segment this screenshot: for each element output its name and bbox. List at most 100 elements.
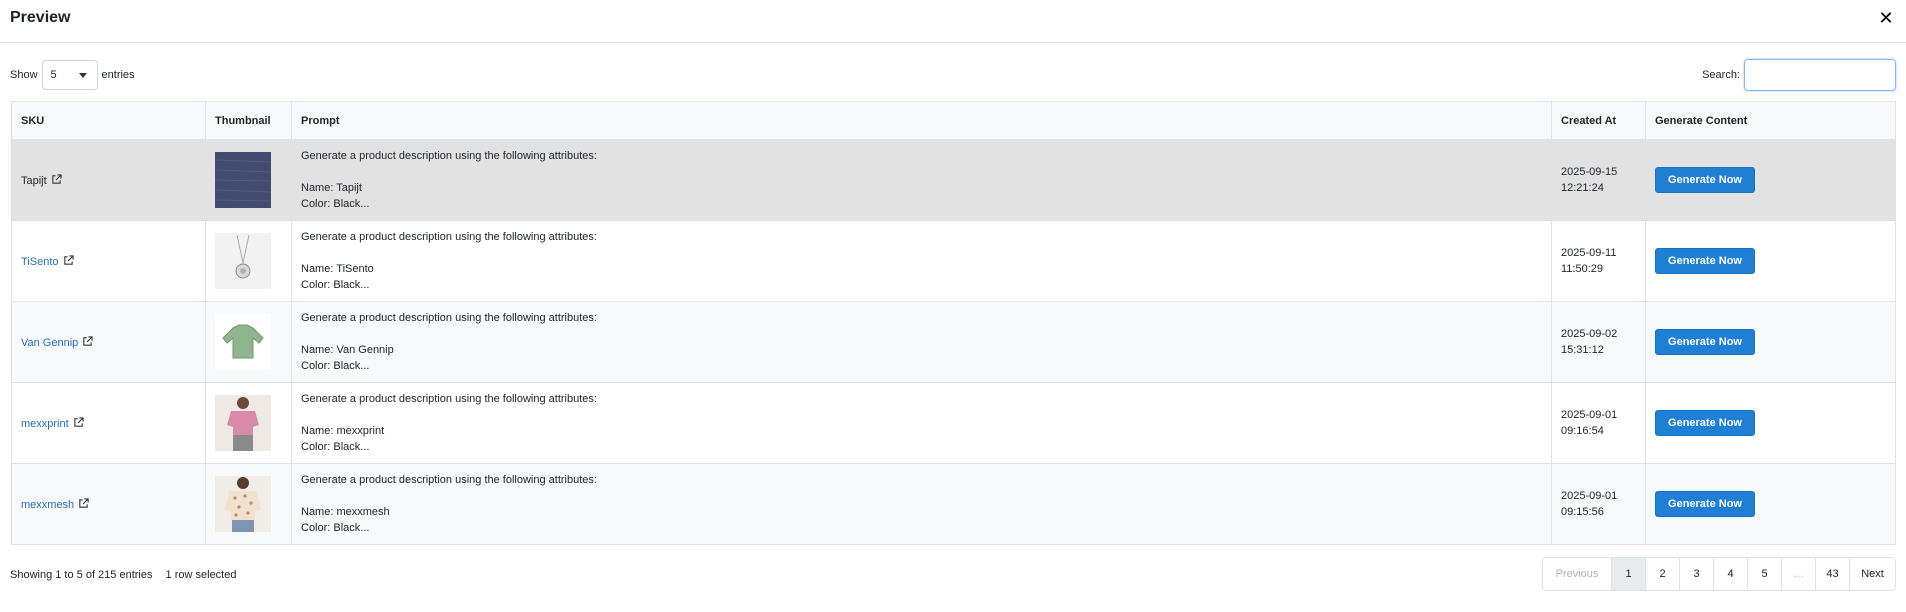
close-icon[interactable]: ✕ <box>1878 8 1894 28</box>
generate-now-button[interactable]: Generate Now <box>1655 410 1755 436</box>
sku-link[interactable]: TiSento <box>21 256 59 268</box>
generate-cell: Generate Now <box>1645 301 1896 383</box>
external-link-icon[interactable] <box>73 416 84 428</box>
pagination-page-5[interactable]: 5 <box>1747 558 1781 590</box>
sku-cell: mexxmesh <box>11 463 206 545</box>
table-row[interactable]: mexxprint Generate a product description… <box>11 382 1896 464</box>
pagination-page-last[interactable]: 43 <box>1815 558 1849 590</box>
prompt-intro: Generate a product description using the… <box>301 231 597 243</box>
prompt-color: Color: Black... <box>301 522 370 534</box>
thumbnail-cell <box>205 382 292 464</box>
rug-swatch-thumbnail <box>215 152 271 208</box>
generate-now-button[interactable]: Generate Now <box>1655 329 1755 355</box>
created-time: 11:50:29 <box>1561 263 1604 275</box>
thumbnail-cell <box>205 301 292 383</box>
pagination-page-2[interactable]: 2 <box>1645 558 1679 590</box>
created-time: 12:21:24 <box>1561 182 1604 194</box>
prompt-cell: Generate a product description using the… <box>291 139 1552 221</box>
created-time: 09:16:54 <box>1561 425 1604 437</box>
prompt-name: Name: Van Gennip <box>301 344 394 356</box>
generate-now-button[interactable]: Generate Now <box>1655 491 1755 517</box>
prompt-cell: Generate a product description using the… <box>291 220 1552 302</box>
search-label: Search: <box>1702 69 1740 81</box>
prompt-color: Color: Black... <box>301 360 370 372</box>
generate-cell: Generate Now <box>1645 382 1896 464</box>
entries-per-page-value: 5 <box>50 69 57 81</box>
sku-link[interactable]: Van Gennip <box>21 337 78 349</box>
generate-now-button[interactable]: Generate Now <box>1655 167 1755 193</box>
table-row[interactable]: Tapijt Generate a product description us… <box>11 139 1896 221</box>
created-time: 09:15:56 <box>1561 506 1604 518</box>
entries-label: entries <box>101 69 135 81</box>
search-input[interactable] <box>1744 59 1896 91</box>
column-header-prompt[interactable]: Prompt <box>291 101 1552 140</box>
generate-now-button[interactable]: Generate Now <box>1655 248 1755 274</box>
search-control: Search: <box>1702 59 1896 91</box>
sku-cell: Tapijt <box>11 139 206 221</box>
sku-link[interactable]: mexxmesh <box>21 499 74 511</box>
prompt-name: Name: TiSento <box>301 263 374 275</box>
generate-cell: Generate Now <box>1645 463 1896 545</box>
created-at-cell: 2025-09-01 09:15:56 <box>1551 463 1646 545</box>
created-at-cell: 2025-09-11 11:50:29 <box>1551 220 1646 302</box>
prompt-name: Name: Tapijt <box>301 182 362 194</box>
prompt-color: Color: Black... <box>301 198 370 210</box>
created-at-cell: 2025-09-01 09:16:54 <box>1551 382 1646 464</box>
table-header: SKU Thumbnail Prompt Created At Generate… <box>11 101 1896 140</box>
green-sweater-thumbnail <box>215 314 271 370</box>
external-link-icon[interactable] <box>82 335 93 347</box>
table-row[interactable]: Van Gennip Generate a product descriptio… <box>11 301 1896 383</box>
external-link-icon[interactable] <box>51 173 62 185</box>
pagination-previous[interactable]: Previous <box>1543 558 1611 590</box>
pagination: Previous 1 2 3 4 5 … 43 Next <box>1542 557 1896 591</box>
thumbnail-cell <box>205 139 292 221</box>
table-info: Showing 1 to 5 of 215 entries 1 row sele… <box>10 568 236 582</box>
prompt-intro: Generate a product description using the… <box>301 150 597 162</box>
column-header-created-at[interactable]: Created At <box>1551 101 1646 140</box>
preview-modal: Preview ✕ Show 5 entries Search: SKU Thu… <box>0 0 1906 612</box>
created-date: 2025-09-11 <box>1561 247 1617 259</box>
created-date: 2025-09-01 <box>1561 409 1618 421</box>
generate-cell: Generate Now <box>1645 220 1896 302</box>
prompt-intro: Generate a product description using the… <box>301 393 597 405</box>
prompt-color: Color: Black... <box>301 279 370 291</box>
created-time: 15:31:12 <box>1561 344 1604 356</box>
column-header-thumbnail[interactable]: Thumbnail <box>205 101 292 140</box>
prompt-name: Name: mexxmesh <box>301 506 390 518</box>
modal-header: Preview ✕ <box>0 0 1906 43</box>
entries-length-control: Show 5 entries <box>10 60 135 90</box>
prompt-color: Color: Black... <box>301 441 370 453</box>
created-date: 2025-09-15 <box>1561 166 1618 178</box>
pagination-next[interactable]: Next <box>1849 558 1895 590</box>
prompt-intro: Generate a product description using the… <box>301 312 597 324</box>
pagination-page-1[interactable]: 1 <box>1611 558 1645 590</box>
pagination-page-3[interactable]: 3 <box>1679 558 1713 590</box>
created-date: 2025-09-01 <box>1561 490 1618 502</box>
sku-link[interactable]: mexxprint <box>21 418 69 430</box>
thumbnail-cell <box>205 463 292 545</box>
column-header-generate-content[interactable]: Generate Content <box>1645 101 1896 140</box>
pink-top-thumbnail <box>215 395 271 451</box>
entries-info: Showing 1 to 5 of 215 entries <box>10 569 153 581</box>
table-row[interactable]: mexxmesh Generate a product description … <box>11 463 1896 545</box>
created-date: 2025-09-02 <box>1561 328 1618 340</box>
column-header-sku[interactable]: SKU <box>11 101 206 140</box>
table-row[interactable]: TiSento Generate a product description u… <box>11 220 1896 302</box>
external-link-icon[interactable] <box>63 254 74 266</box>
selection-info: 1 row selected <box>165 569 237 581</box>
floral-blouse-thumbnail <box>215 476 271 532</box>
sku-cell: mexxprint <box>11 382 206 464</box>
chevron-down-icon <box>78 73 87 78</box>
prompt-cell: Generate a product description using the… <box>291 382 1552 464</box>
prompt-intro: Generate a product description using the… <box>301 474 597 486</box>
entries-per-page-select[interactable]: 5 <box>41 60 98 90</box>
external-link-icon[interactable] <box>78 497 89 509</box>
pagination-page-4[interactable]: 4 <box>1713 558 1747 590</box>
show-label: Show <box>10 69 38 81</box>
prompt-cell: Generate a product description using the… <box>291 301 1552 383</box>
thumbnail-cell <box>205 220 292 302</box>
preview-table: SKU Thumbnail Prompt Created At Generate… <box>11 101 1896 545</box>
necklace-thumbnail <box>215 233 271 289</box>
prompt-name: Name: mexxprint <box>301 425 385 437</box>
sku-link[interactable]: Tapijt <box>21 175 47 187</box>
